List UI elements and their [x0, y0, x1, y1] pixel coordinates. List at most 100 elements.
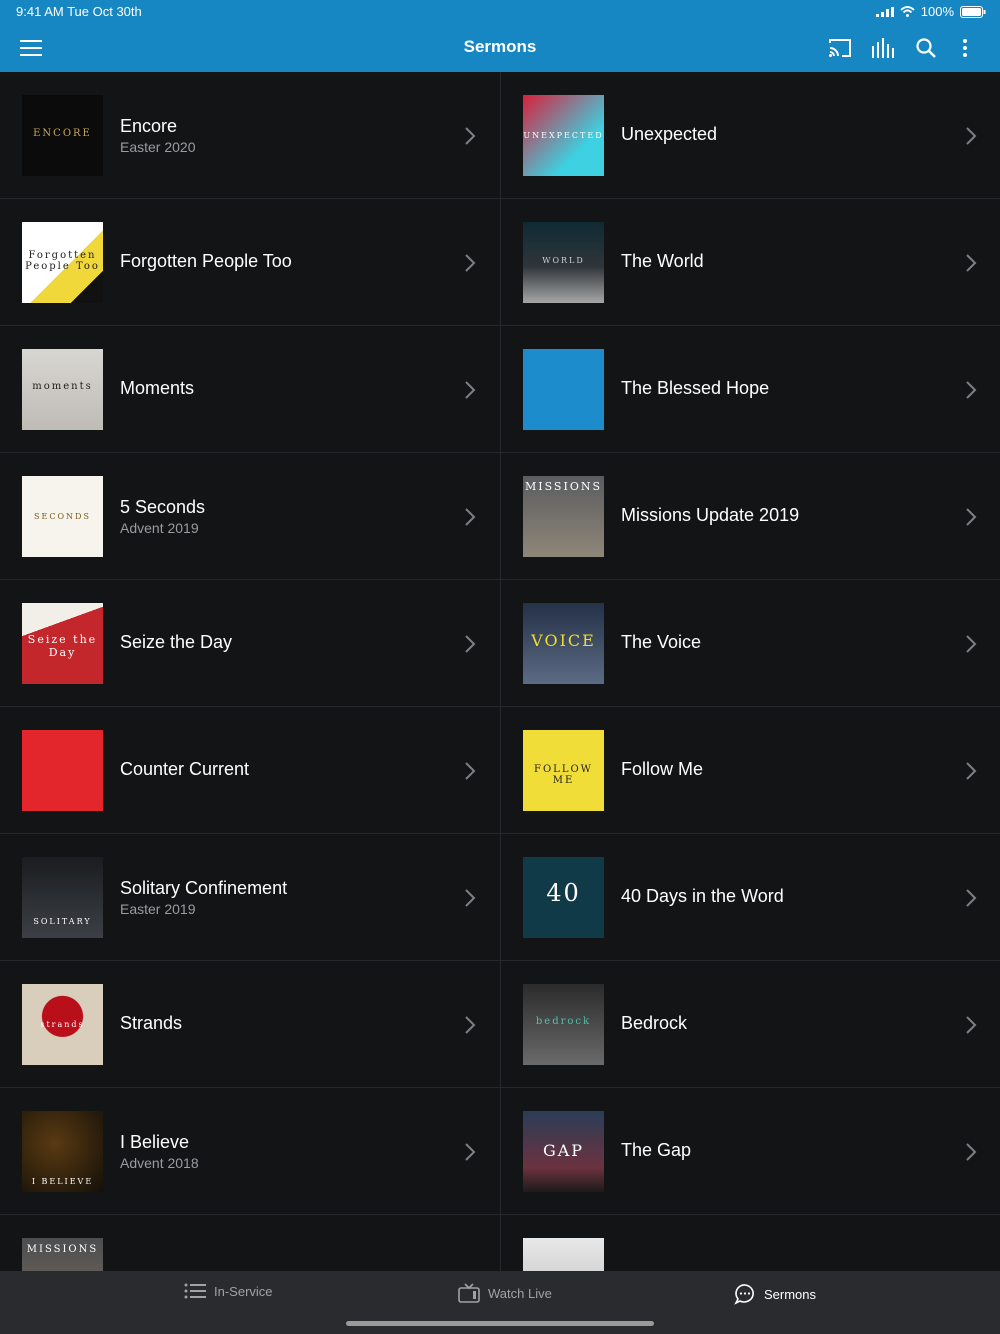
chevron-right-icon: [464, 127, 476, 145]
search-icon: [916, 38, 936, 58]
tab-watch-live[interactable]: Watch Live: [458, 1283, 552, 1303]
artwork-text: FOLLOW ME: [534, 764, 593, 786]
sermon-title: Moments: [120, 378, 195, 398]
chat-bubble-icon: [734, 1284, 754, 1305]
sermon-artwork: 40: [523, 857, 604, 938]
sermon-artwork: WORLD: [523, 222, 604, 303]
signal-icon: [875, 6, 894, 17]
sermon-title: Encore: [120, 116, 178, 136]
sermon-item[interactable]: UNEXPECTED Unexpected: [501, 72, 1000, 199]
artwork-text: strands: [40, 1020, 85, 1029]
sermon-item[interactable]: MISSIONS Missions Update 2019: [501, 453, 1000, 580]
sermon-grid: ENCORE Encore Easter 2020 Forgotten People …: [0, 72, 1000, 1271]
more-button[interactable]: [962, 36, 968, 60]
cast-button[interactable]: [828, 36, 852, 60]
sermon-item[interactable]: ENCORE Encore Easter 2020: [0, 72, 500, 199]
status-time: 9:41 AM Tue Oct 30th: [16, 4, 142, 19]
tv-icon: [458, 1283, 480, 1303]
sermon-item[interactable]: Counter Current: [0, 707, 500, 834]
sermon-title: Follow Me: [621, 759, 704, 779]
chevron-right-icon: [464, 381, 476, 399]
artwork-text: VOICE: [531, 631, 596, 650]
sermon-title: Counter Current: [120, 759, 250, 779]
sermon-title: The Gap: [621, 1140, 692, 1160]
chevron-right-icon: [965, 762, 977, 780]
cast-icon: [829, 39, 851, 57]
chevron-right-icon: [464, 1143, 476, 1161]
sermon-artwork: bedrock: [523, 984, 604, 1065]
sermon-title: 40 Days in the Word: [621, 886, 784, 906]
chevron-right-icon: [965, 508, 977, 526]
sermon-item[interactable]: MISSIONS: [0, 1215, 500, 1271]
sermon-item[interactable]: FOLLOW ME Follow Me: [501, 707, 1000, 834]
battery-icon: [960, 5, 986, 18]
sermon-artwork: UNEXPECTED: [523, 95, 604, 176]
sermon-title: Unexpected: [621, 124, 718, 144]
sermon-title: The World: [621, 251, 704, 271]
wifi-icon: [900, 6, 915, 17]
sermon-item[interactable]: Forgotten People Too Forgotten People Too: [0, 199, 500, 326]
sermon-artwork: VOICE: [523, 603, 604, 684]
sermon-title: I Believe: [120, 1132, 190, 1152]
artwork-text: MISSIONS: [26, 1244, 99, 1255]
sermon-artwork: SECONDS: [22, 476, 103, 557]
sermon-item[interactable]: The Blessed Hope: [501, 326, 1000, 453]
sermon-artwork: GAP: [523, 1111, 604, 1192]
sermon-artwork: Forgotten People Too: [22, 222, 103, 303]
sermon-item[interactable]: SOLITARY Solitary Confinement Easter 2019: [0, 834, 500, 961]
sermon-item[interactable]: strands Strands: [0, 961, 500, 1088]
chevron-right-icon: [464, 508, 476, 526]
sermon-artwork: [523, 1238, 604, 1271]
sermon-artwork: [523, 349, 604, 430]
chevron-right-icon: [965, 635, 977, 653]
sermon-title: Forgotten People Too: [120, 251, 292, 271]
artwork-text: 40: [546, 879, 581, 907]
artwork-text: ENCORE: [33, 128, 92, 139]
sermon-title: Solitary Confinement: [120, 878, 288, 898]
sermon-item[interactable]: moments Moments: [0, 326, 500, 453]
sermon-artwork: MISSIONS: [523, 476, 604, 557]
chevron-right-icon: [965, 127, 977, 145]
chevron-right-icon: [464, 889, 476, 907]
artwork-text: I BELIEVE: [31, 1177, 94, 1186]
sermon-title: 5 Seconds: [120, 497, 206, 517]
sermon-artwork: ENCORE: [22, 95, 103, 176]
artwork-text: SECONDS: [34, 512, 91, 521]
sermon-item[interactable]: [501, 1215, 1000, 1271]
artwork-text: GAP: [542, 1141, 585, 1160]
artwork-text: WORLD: [542, 256, 585, 265]
audio-button[interactable]: [872, 36, 894, 60]
sermon-item[interactable]: I BELIEVE I Believe Advent 2018: [0, 1088, 500, 1215]
sermon-artwork: strands: [22, 984, 103, 1065]
sermon-artwork: MISSIONS: [22, 1238, 103, 1271]
sermon-item[interactable]: SECONDS 5 Seconds Advent 2019: [0, 453, 500, 580]
chevron-right-icon: [965, 1016, 977, 1034]
more-vertical-icon: [963, 39, 967, 57]
sermon-item[interactable]: GAP The Gap: [501, 1088, 1000, 1215]
sermon-artwork: SOLITARY: [22, 857, 103, 938]
sermon-subtitle: Advent 2018: [120, 1155, 199, 1171]
status-indicators: 100%: [875, 4, 986, 19]
sermon-item[interactable]: WORLD The World: [501, 199, 1000, 326]
chevron-right-icon: [464, 762, 476, 780]
artwork-text: SOLITARY: [33, 917, 92, 926]
artwork-text: Seize the Day: [27, 633, 98, 659]
chevron-right-icon: [965, 889, 977, 907]
sermon-title: Seize the Day: [120, 632, 233, 652]
tab-in-service[interactable]: In-Service: [184, 1283, 273, 1299]
list-icon: [184, 1283, 206, 1299]
tab-sermons[interactable]: Sermons: [734, 1283, 816, 1305]
sermon-item[interactable]: bedrock Bedrock: [501, 961, 1000, 1088]
sermon-item[interactable]: VOICE The Voice: [501, 580, 1000, 707]
sermon-subtitle: Easter 2020: [120, 139, 196, 155]
search-button[interactable]: [916, 36, 936, 60]
chevron-right-icon: [464, 254, 476, 272]
sermon-title: Missions Update 2019: [621, 505, 800, 525]
tab-label: Sermons: [764, 1286, 817, 1302]
sermon-artwork: moments: [22, 349, 103, 430]
sermon-title: Strands: [120, 1013, 183, 1033]
sermon-subtitle: Advent 2019: [120, 520, 199, 536]
home-indicator: [346, 1321, 654, 1326]
sermon-item[interactable]: Seize the Day Seize the Day: [0, 580, 500, 707]
sermon-item[interactable]: 40 40 Days in the Word: [501, 834, 1000, 961]
